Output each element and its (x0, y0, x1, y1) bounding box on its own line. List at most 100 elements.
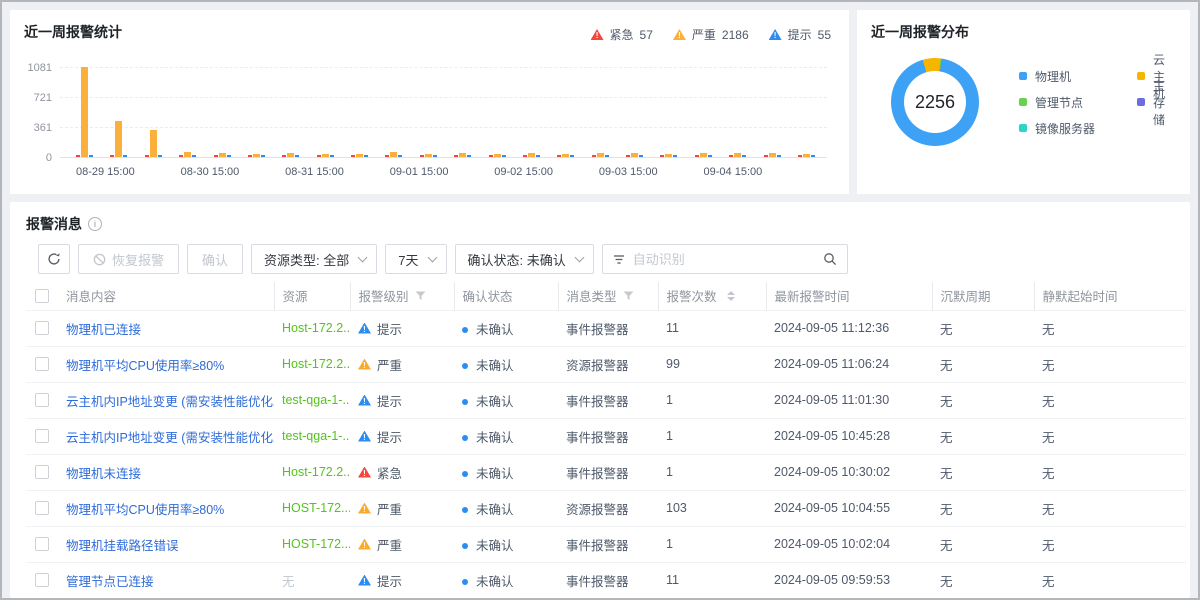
bar (528, 153, 535, 157)
bar (626, 155, 630, 157)
refresh-button[interactable] (38, 244, 70, 274)
ack-status-select[interactable]: 确认状态: 未确认 (455, 244, 594, 274)
latest-alarm-time: 2024-09-05 10:04:55 (766, 490, 932, 526)
row-checkbox[interactable] (35, 321, 49, 335)
info-icon[interactable]: i (88, 217, 102, 231)
ack-status-dot (462, 543, 468, 549)
filter-funnel-icon[interactable] (415, 291, 426, 301)
bar (536, 155, 540, 157)
table-row[interactable]: 管理节点已连接无!提示未确认事件报警器112024-09-05 09:59:53… (26, 562, 1186, 598)
legend-item-info: ! 提示 55 (769, 26, 831, 43)
resource-type-select[interactable]: 资源类型: 全部 (251, 244, 377, 274)
ack-status: 未确认 (476, 467, 514, 481)
legend-label: 提示 (788, 26, 812, 43)
resource-link[interactable]: Host-172.2... (282, 465, 350, 479)
bar (557, 155, 561, 157)
resource-link[interactable]: Host-172.2... (282, 321, 350, 335)
row-checkbox[interactable] (35, 501, 49, 515)
resource-link[interactable]: test-qga-1-... (282, 393, 350, 407)
silence-start-time: 无 (1034, 346, 1186, 382)
ack-status: 未确认 (476, 539, 514, 553)
level-triangle-icon: ! (358, 503, 371, 514)
message-content-link[interactable]: 物理机平均CPU使用率≥80% (66, 359, 224, 373)
legend-label: 紧急 (610, 26, 634, 43)
distribution-panel-title: 近一周报警分布 (871, 22, 1176, 42)
table-row[interactable]: 物理机未连接Host-172.2...!紧急未确认事件报警器12024-09-0… (26, 454, 1186, 490)
ack-status-dot (462, 471, 468, 477)
bar-group (76, 67, 93, 157)
row-checkbox[interactable] (35, 573, 49, 587)
bar (110, 155, 114, 157)
bar (639, 155, 643, 157)
legend-label: 镜像服务器 (1035, 120, 1095, 137)
message-content-link[interactable]: 物理机平均CPU使用率≥80% (66, 503, 224, 517)
weekly-alarm-distribution-panel: 近一周报警分布 2256 物理机管理节点镜像服务器云主机主存储 (857, 10, 1190, 194)
sort-icon[interactable] (727, 291, 735, 301)
bar (420, 155, 424, 157)
x-axis-label: 09-04 15:00 (704, 166, 763, 178)
latest-alarm-time: 2024-09-05 10:45:28 (766, 418, 932, 454)
select-all-checkbox[interactable] (35, 289, 49, 303)
table-row[interactable]: 物理机挂载路径错误HOST-172....!严重未确认事件报警器12024-09… (26, 526, 1186, 562)
silence-period: 无 (932, 346, 1034, 382)
latest-alarm-time: 2024-09-05 10:30:02 (766, 454, 932, 490)
bar (184, 152, 191, 157)
table-row[interactable]: 物理机平均CPU使用率≥80%HOST-172....!严重未确认资源报警器10… (26, 490, 1186, 526)
message-content-link[interactable]: 物理机未连接 (66, 467, 141, 481)
table-row[interactable]: 物理机平均CPU使用率≥80%Host-172.2...!严重未确认资源报警器9… (26, 346, 1186, 382)
weekly-alarm-stats-panel: 近一周报警统计 ! 紧急 57 ! 严重 2186 ! 提示 55 (10, 10, 849, 194)
ack-status-dot (462, 507, 468, 513)
restore-alarm-button[interactable]: 恢复报警 (78, 244, 179, 274)
row-checkbox[interactable] (35, 537, 49, 551)
messages-title: 报警消息 (26, 214, 82, 234)
search-input[interactable] (633, 252, 815, 267)
bar (282, 155, 286, 157)
level-triangle-icon: ! (358, 575, 371, 586)
column-header-resource: 资源 (274, 282, 350, 310)
filter-funnel-icon[interactable] (623, 291, 634, 301)
table-row[interactable]: 云主机内IP地址变更 (需安装性能优化工具)test-qga-1-...!提示未… (26, 418, 1186, 454)
bar-group (351, 154, 368, 157)
message-content-link[interactable]: 管理节点已连接 (66, 575, 154, 589)
row-checkbox[interactable] (35, 357, 49, 371)
message-content-link[interactable]: 云主机内IP地址变更 (需安装性能优化工具) (66, 395, 274, 409)
resource-link[interactable]: test-qga-1-... (282, 429, 350, 443)
bar (597, 153, 604, 157)
select-value: 资源类型: 全部 (264, 250, 349, 269)
row-checkbox[interactable] (35, 429, 49, 443)
row-checkbox[interactable] (35, 465, 49, 479)
legend-value: 57 (640, 28, 653, 42)
alarm-count: 99 (658, 346, 766, 382)
alarm-count: 1 (658, 526, 766, 562)
table-row[interactable]: 物理机已连接Host-172.2...!提示未确认事件报警器112024-09-… (26, 310, 1186, 346)
resource-link[interactable]: HOST-172.... (282, 537, 350, 551)
ack-status: 未确认 (476, 503, 514, 517)
resource-link[interactable]: Host-172.2... (282, 357, 350, 371)
y-tick-label: 361 (34, 122, 52, 134)
bar (330, 155, 334, 157)
silence-period: 无 (932, 526, 1034, 562)
confirm-button[interactable]: 确认 (187, 244, 243, 274)
alarm-count: 11 (658, 310, 766, 346)
level-triangle-icon: ! (358, 395, 371, 406)
table-row[interactable]: 云主机内IP地址变更 (需安装性能优化工具)test-qga-1-...!提示未… (26, 382, 1186, 418)
search-box[interactable] (602, 244, 848, 274)
legend-item-urgent: ! 紧急 57 (591, 26, 653, 43)
period-select[interactable]: 7天 (385, 244, 446, 274)
message-content-link[interactable]: 物理机已连接 (66, 323, 141, 337)
message-content-link[interactable]: 物理机挂载路径错误 (66, 539, 179, 553)
bar-group (282, 153, 299, 157)
alarm-count: 103 (658, 490, 766, 526)
silence-period: 无 (932, 382, 1034, 418)
top-row: 近一周报警统计 ! 紧急 57 ! 严重 2186 ! 提示 55 (2, 2, 1198, 194)
bar (708, 155, 712, 157)
resource-link[interactable]: HOST-172.... (282, 501, 350, 515)
bar (322, 154, 329, 158)
search-icon[interactable] (823, 252, 837, 266)
row-checkbox[interactable] (35, 393, 49, 407)
alarm-count: 11 (658, 562, 766, 598)
message-content-link[interactable]: 云主机内IP地址变更 (需安装性能优化工具) (66, 431, 274, 445)
legend-label: 主存储 (1153, 77, 1170, 128)
alarm-count: 1 (658, 454, 766, 490)
bar (227, 155, 231, 157)
